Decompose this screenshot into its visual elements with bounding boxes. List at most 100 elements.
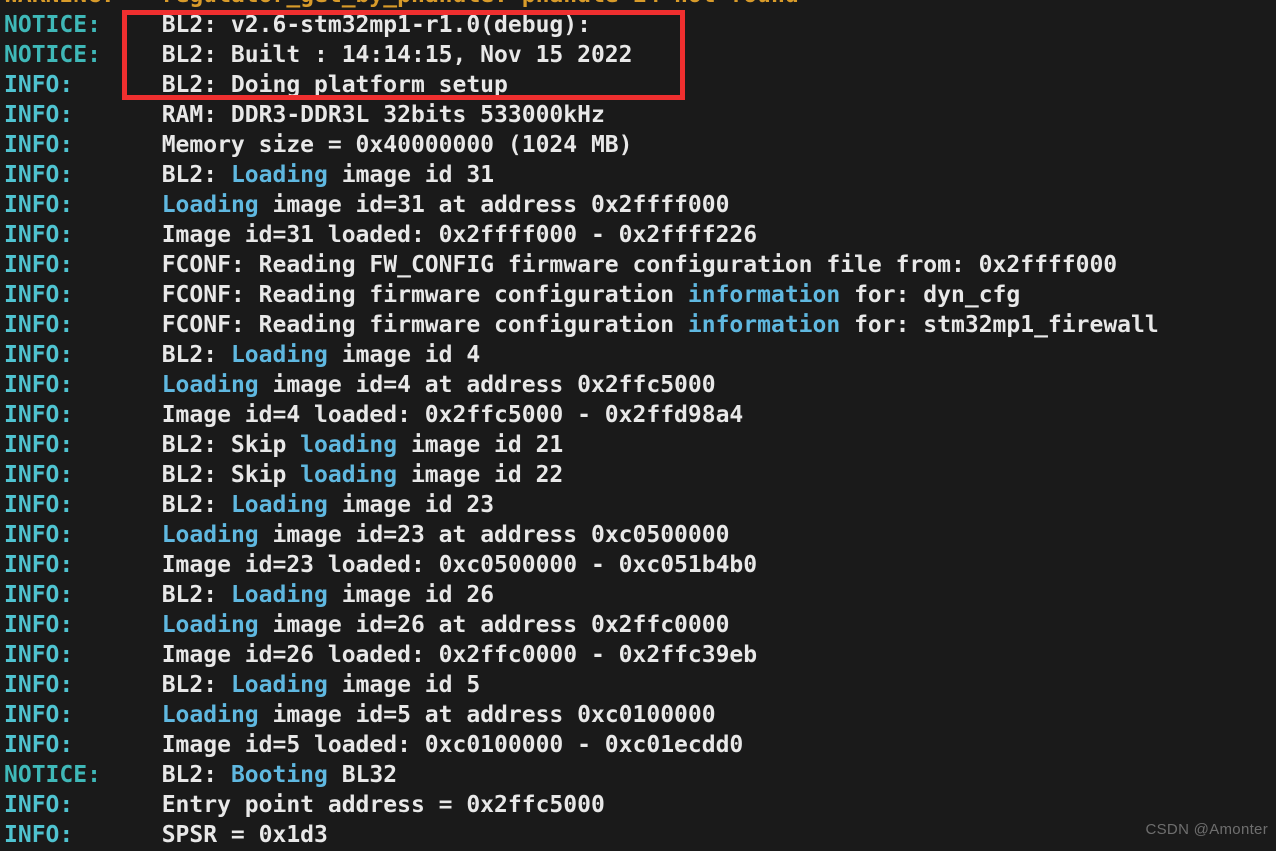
log-level-label: INFO: <box>4 612 74 638</box>
log-level-label: INFO: <box>4 402 74 428</box>
log-message-text: BL2: <box>134 492 231 518</box>
log-message-text: Image id=31 loaded: 0x2ffff000 - 0x2ffff… <box>134 222 758 248</box>
log-keyword: Booting <box>230 762 328 788</box>
log-line: NOTICE: BL2: v2.6-stm32mp1-r1.0(debug): <box>0 10 1276 40</box>
log-level-label: NOTICE: <box>4 42 101 68</box>
log-keyword: Loading <box>161 612 259 638</box>
log-line: INFO: Image id=31 loaded: 0x2ffff000 - 0… <box>0 220 1276 250</box>
log-level-label: INFO: <box>4 822 74 848</box>
log-line: INFO: BL2: Loading image id 23 <box>0 490 1276 520</box>
log-keyword: Loading <box>161 702 259 728</box>
log-line: INFO: Memory size = 0x40000000 (1024 MB) <box>0 130 1276 160</box>
log-line: INFO: Image id=23 loaded: 0xc0500000 - 0… <box>0 550 1276 580</box>
log-keyword: information <box>687 282 841 308</box>
log-line: INFO: BL2: Loading image id 4 <box>0 340 1276 370</box>
log-line: INFO: FCONF: Reading firmware configurat… <box>0 310 1276 340</box>
log-line: INFO: Loading image id=31 at address 0x2… <box>0 190 1276 220</box>
log-message-text: BL32 <box>327 762 398 788</box>
log-level-label: NOTICE: <box>4 762 101 788</box>
log-line: INFO: Entry point address = 0x2ffc5000 <box>0 790 1276 820</box>
log-level-label: INFO: <box>4 372 74 398</box>
log-message-text: BL2: <box>134 582 231 608</box>
log-keyword: Loading <box>230 342 328 368</box>
log-line: INFO: BL2: Doing platform setup <box>0 70 1276 100</box>
log-message-text: Image id=4 loaded: 0x2ffc5000 - 0x2ffd98… <box>134 402 744 428</box>
log-message-text: BL2: Skip <box>134 432 301 458</box>
log-line: INFO: BL2: Skip loading image id 21 <box>0 430 1276 460</box>
log-message-text: image id=4 at address 0x2ffc5000 <box>258 372 716 398</box>
log-line: INFO: BL2: Loading image id 5 <box>0 670 1276 700</box>
log-keyword: Loading <box>230 582 328 608</box>
log-message-text: image id 26 <box>327 582 495 608</box>
log-message-text <box>134 702 162 728</box>
log-line: INFO: BL2: Skip loading image id 22 <box>0 460 1276 490</box>
log-message-text: image id 4 <box>327 342 481 368</box>
log-line: NOTICE: BL2: Booting BL32 <box>0 760 1276 790</box>
log-keyword: Loading <box>161 522 259 548</box>
log-level-label: INFO: <box>4 792 74 818</box>
log-message-text: FCONF: Reading FW_CONFIG firmware config… <box>134 252 1118 278</box>
log-line: WARNING: regulator_get_by_phandle: phand… <box>0 0 1276 10</box>
log-message-text: FCONF: Reading firmware configuration <box>134 312 688 338</box>
log-message-text: image id 21 <box>397 432 564 458</box>
log-line: INFO: Image id=26 loaded: 0x2ffc0000 - 0… <box>0 640 1276 670</box>
log-keyword: Loading <box>161 192 259 218</box>
log-level-label: INFO: <box>4 522 74 548</box>
log-message-text: Entry point address = 0x2ffc5000 <box>134 792 605 818</box>
log-line: INFO: FCONF: Reading FW_CONFIG firmware … <box>0 250 1276 280</box>
log-line: INFO: Image id=5 loaded: 0xc0100000 - 0x… <box>0 730 1276 760</box>
log-line: INFO: RAM: DDR3-DDR3L 32bits 533000kHz <box>0 100 1276 130</box>
log-line: INFO: BL2: Loading image id 31 <box>0 160 1276 190</box>
log-message-text: BL2: <box>134 762 231 788</box>
log-message-text: BL2: <box>134 162 231 188</box>
log-message-text: image id=5 at address 0xc0100000 <box>258 702 716 728</box>
log-level-label: INFO: <box>4 342 74 368</box>
log-keyword: loading <box>300 432 398 458</box>
log-level-label: INFO: <box>4 72 74 98</box>
log-message-text <box>134 522 162 548</box>
log-message-text: BL2: Built : 14:14:15, Nov 15 2022 <box>134 42 633 68</box>
log-line: NOTICE: BL2: Built : 14:14:15, Nov 15 20… <box>0 40 1276 70</box>
log-level-label: INFO: <box>4 102 74 128</box>
log-message-text: image id 31 <box>327 162 495 188</box>
terminal-log-output[interactable]: WARNING: regulator_get_by_phandle: phand… <box>0 0 1276 850</box>
log-line: INFO: Image id=4 loaded: 0x2ffc5000 - 0x… <box>0 400 1276 430</box>
log-message-text: Image id=5 loaded: 0xc0100000 - 0xc01ecd… <box>134 732 744 758</box>
log-message-text: RAM: DDR3-DDR3L 32bits 533000kHz <box>134 102 605 128</box>
log-level-label: INFO: <box>4 702 74 728</box>
log-level-label: INFO: <box>4 732 74 758</box>
log-level-label: INFO: <box>4 642 74 668</box>
log-level-label: INFO: <box>4 552 74 578</box>
log-level-label: INFO: <box>4 432 74 458</box>
log-level-label: INFO: <box>4 492 74 518</box>
log-level-label: WARNING: <box>4 0 134 10</box>
log-level-label: INFO: <box>4 672 74 698</box>
log-message-text: for: stm32mp1_firewall <box>840 312 1159 338</box>
log-level-label: INFO: <box>4 222 74 248</box>
log-line: INFO: Loading image id=4 at address 0x2f… <box>0 370 1276 400</box>
log-line: INFO: Loading image id=5 at address 0xc0… <box>0 700 1276 730</box>
watermark-label: CSDN @Amonter <box>1145 821 1268 838</box>
log-keyword: loading <box>300 462 398 488</box>
log-keyword: information <box>687 312 841 338</box>
log-message-text: image id 5 <box>327 672 481 698</box>
log-message-text <box>134 372 162 398</box>
log-level-label: INFO: <box>4 252 74 278</box>
log-message-text: Image id=23 loaded: 0xc0500000 - 0xc051b… <box>134 552 758 578</box>
log-message-text: BL2: <box>134 672 231 698</box>
log-keyword: Loading <box>230 162 328 188</box>
log-level-label: INFO: <box>4 192 74 218</box>
log-message-text: BL2: v2.6-stm32mp1-r1.0(debug): <box>134 12 591 38</box>
log-line: INFO: Loading image id=23 at address 0xc… <box>0 520 1276 550</box>
log-message-text <box>134 192 162 218</box>
log-message-text: regulator_get_by_phandle: phandle 14 not… <box>134 0 799 8</box>
log-level-label: INFO: <box>4 282 74 308</box>
log-message-text: for: dyn_cfg <box>840 282 1021 308</box>
terminal-window: WARNING: regulator_get_by_phandle: phand… <box>0 0 1276 851</box>
log-message-text: image id 23 <box>327 492 495 518</box>
log-message-text: image id=23 at address 0xc0500000 <box>258 522 730 548</box>
log-line: INFO: FCONF: Reading firmware configurat… <box>0 280 1276 310</box>
log-message-text: Memory size = 0x40000000 (1024 MB) <box>134 132 633 158</box>
log-line: INFO: SPSR = 0x1d3 <box>0 820 1276 850</box>
log-keyword: Loading <box>230 492 328 518</box>
